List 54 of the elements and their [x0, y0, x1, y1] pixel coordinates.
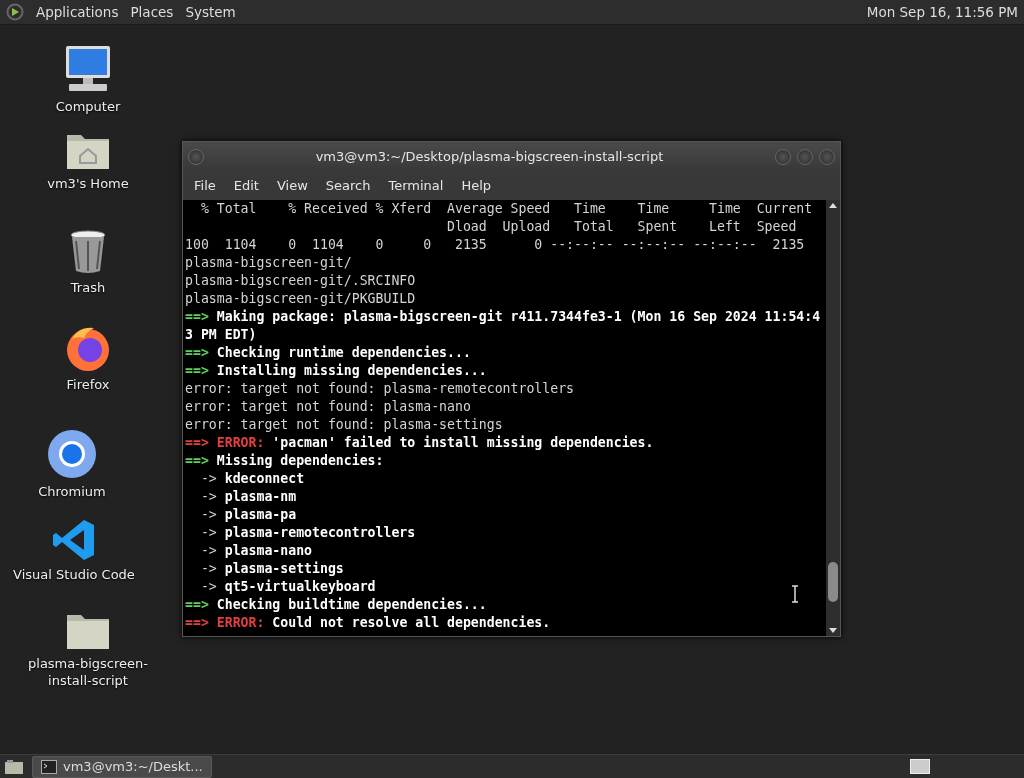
show-desktop-icon[interactable] — [4, 758, 24, 775]
terminal-line: Dload Upload Total Spent Left Speed — [446, 218, 797, 236]
terminal-line: -> qt5-virtualkeyboard — [199, 578, 376, 596]
ring-logo-icon[interactable] — [47, 429, 97, 479]
text-cursor-icon — [791, 585, 799, 603]
menu-item[interactable]: View — [268, 173, 316, 198]
panel-menu[interactable]: Places — [130, 1, 174, 23]
terminal-line: ==> Installing missing dependencies... — [185, 362, 487, 380]
workspace-switcher[interactable] — [910, 759, 930, 774]
terminal-line: ==> ERROR: Could not resolve all dependencies. — [185, 614, 551, 632]
menu-item[interactable]: File — [186, 173, 224, 198]
terminal-line: plasma-bigscreen-git/ — [185, 254, 352, 272]
icon-label[interactable]: Trash — [70, 279, 106, 296]
code-editor-icon[interactable] — [52, 518, 96, 562]
terminal-line: ==> Missing dependencies: — [185, 452, 384, 470]
terminal-line: plasma-bigscreen-git/.SRCINFO — [185, 272, 416, 290]
terminal-line: 100 1104 0 1104 0 0 2135 0 --:--:-- --:--:-- --:--:-- 2135 — [185, 236, 805, 254]
taskbar-button[interactable]: vm3@vm3:~/Deskt... — [32, 755, 212, 778]
window-title: vm3@vm3:~/Desktop/plasma-bigscreen-install-script — [314, 147, 665, 166]
terminal-icon — [41, 759, 57, 774]
terminal-line: -> kdeconnect — [199, 470, 305, 488]
icon-label[interactable]: Computer — [55, 98, 121, 115]
monitor-icon[interactable] — [63, 44, 113, 94]
terminal-line: -> plasma-nm — [199, 488, 297, 506]
terminal-line: -> plasma-remotecontrollers — [199, 524, 416, 542]
terminal-line: -> plasma-pa — [199, 506, 297, 524]
icon-label[interactable]: Firefox — [66, 376, 110, 393]
menu-item[interactable]: Search — [317, 173, 379, 198]
icon-label[interactable]: vm3's Home — [47, 175, 129, 192]
menu-item[interactable]: Help — [453, 173, 500, 198]
logo-icon[interactable] — [6, 3, 24, 21]
scrollbar[interactable] — [826, 200, 840, 636]
icon-label[interactable]: Chromium — [38, 483, 106, 500]
terminal-line: plasma-bigscreen-git/PKGBUILD — [185, 290, 416, 308]
scrollbar-thumb[interactable] — [828, 562, 838, 602]
terminal-line: ==> Checking buildtime dependencies... — [185, 596, 487, 614]
terminal-line: error: target not found: plasma-settings — [185, 416, 503, 434]
clock[interactable]: Mon Sep 16, 11:56 PM — [866, 1, 1018, 23]
terminal-line: 3 PM EDT) — [185, 326, 257, 344]
icon-label[interactable]: plasma-bigscreen-install-script — [28, 655, 148, 689]
terminal-line: -> plasma-settings — [199, 560, 344, 578]
terminal-line: ==> Checking runtime dependencies... — [185, 344, 471, 362]
terminal-line: ==> ERROR: 'pacman' failed to install missing dependencies. — [185, 434, 654, 452]
terminal-line: error: target not found: plasma-remotecontrollers — [185, 380, 575, 398]
menu-item[interactable]: Edit — [225, 173, 267, 198]
terminal-line: ==> Making package: plasma-bigscreen-git r411.7344fe3-1 (Mon 16 Sep 2024 11:54:4 — [185, 308, 821, 326]
icon-label[interactable]: Visual Studio Code — [13, 566, 135, 583]
terminal-line: error: target not found: plasma-nano — [185, 398, 471, 416]
panel-menu[interactable]: System — [185, 1, 236, 23]
trash-can-icon[interactable] — [68, 229, 108, 275]
terminal-line: -> plasma-nano — [199, 542, 313, 560]
panel-menu[interactable]: Applications — [36, 1, 119, 23]
menu-item[interactable]: Terminal — [380, 173, 452, 198]
terminal-line: % Total % Received % Xferd Average Speed Time Time Time Current — [199, 200, 813, 218]
